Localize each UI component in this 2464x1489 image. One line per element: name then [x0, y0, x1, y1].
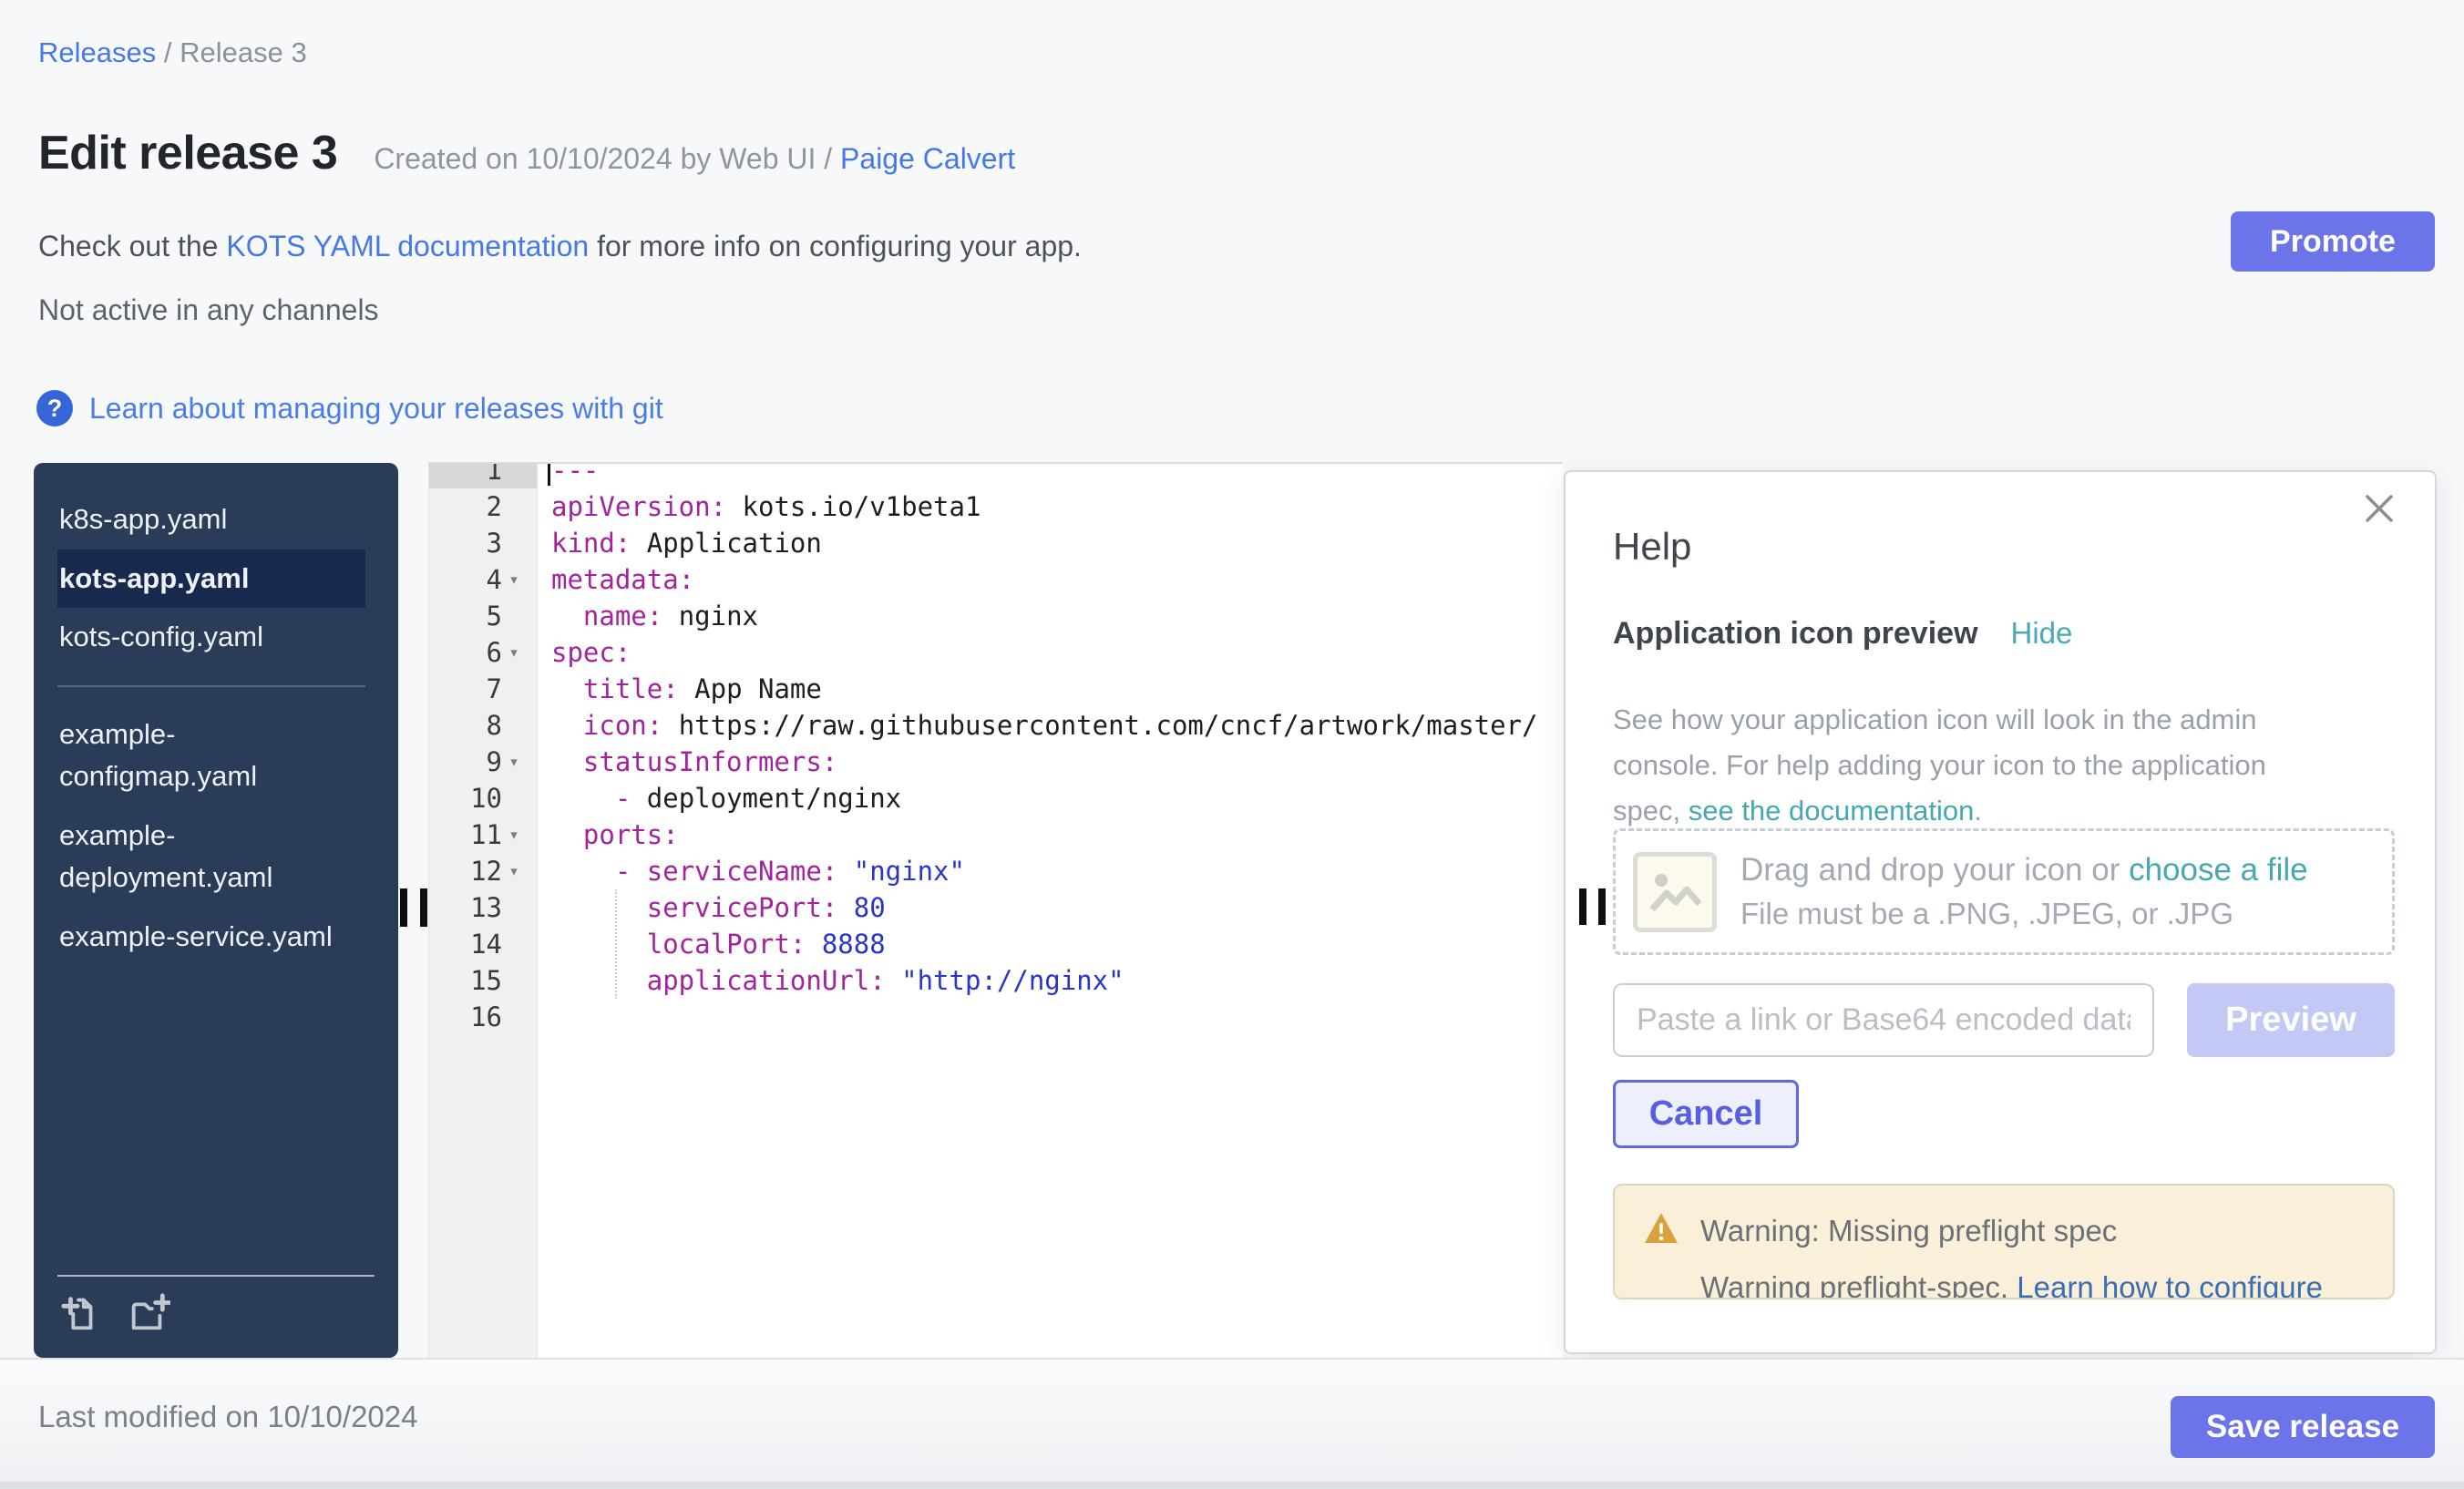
code-line[interactable]: 8 icon: https://raw.githubusercontent.co… — [429, 707, 1563, 744]
author-link[interactable]: Paige Calvert — [840, 142, 1015, 175]
git-help-row[interactable]: ? Learn about managing your releases wit… — [36, 390, 663, 426]
close-icon[interactable] — [2363, 492, 2396, 525]
add-file-icon[interactable] — [59, 1291, 101, 1338]
channel-status: Not active in any channels — [38, 293, 379, 327]
code-line[interactable]: 15 applicationUrl: "http://nginx" — [429, 962, 1563, 999]
code-line[interactable]: 6▾spec: — [429, 634, 1563, 671]
hide-link[interactable]: Hide — [2011, 616, 2073, 651]
code-line[interactable]: 10 - deployment/nginx — [429, 780, 1563, 816]
line-number: 9 — [487, 746, 502, 777]
code-line[interactable]: 4▾metadata: — [429, 561, 1563, 598]
line-number: 3 — [487, 528, 502, 559]
window-bottom-edge — [0, 1482, 2464, 1489]
doc-info-line: Check out the KOTS YAML documentation fo… — [38, 230, 1082, 263]
file-tree-divider — [57, 685, 365, 687]
file-tree-item[interactable]: example-service.yaml — [57, 908, 365, 967]
code-line[interactable]: 1--- — [429, 462, 1563, 488]
breadcrumb-releases-link[interactable]: Releases — [38, 36, 156, 68]
preflight-warning: Warning: Missing preflight spec Warning … — [1613, 1184, 2395, 1299]
code-line[interactable]: 14 localPort: 8888 — [429, 926, 1563, 962]
code-line[interactable]: 9▾ statusInformers: — [429, 744, 1563, 780]
fold-arrow-icon[interactable]: ▾ — [504, 861, 524, 881]
created-info: Created on 10/10/2024 by Web UI / Paige … — [374, 142, 1015, 176]
line-number: 16 — [470, 1001, 502, 1032]
breadcrumb-separator: / — [156, 36, 180, 68]
fold-arrow-icon[interactable]: ▾ — [504, 642, 524, 662]
choose-file-link[interactable]: choose a file — [2129, 852, 2308, 888]
footer-bar: Last modified on 10/10/2024 Save release — [0, 1358, 2464, 1489]
dropzone-text: Drag and drop your icon or choose a file — [1740, 852, 2308, 888]
learn-how-to-configure-link[interactable]: Learn how to configure — [2017, 1270, 2323, 1299]
add-folder-icon[interactable] — [125, 1291, 170, 1338]
line-number: 15 — [470, 965, 502, 996]
line-number: 6 — [487, 637, 502, 668]
code-line[interactable]: 3kind: Application — [429, 525, 1563, 561]
code-line[interactable]: 16 — [429, 999, 1563, 1035]
icon-url-input[interactable] — [1613, 983, 2154, 1057]
warning-title: Warning: Missing preflight spec — [1700, 1214, 2117, 1248]
help-panel: Help Application icon preview Hide See h… — [1564, 470, 2437, 1354]
line-number: 10 — [470, 783, 502, 814]
help-resize-handle-bar1[interactable] — [1579, 888, 1586, 925]
file-tree-item[interactable]: k8s-app.yaml — [57, 490, 365, 549]
see-documentation-link[interactable]: see the documentation — [1689, 795, 1975, 827]
help-title: Help — [1613, 525, 1691, 569]
fold-arrow-icon[interactable]: ▾ — [504, 752, 524, 772]
warning-detail: Warning preflight-spec. Learn how to con… — [1700, 1270, 2393, 1299]
icon-preview-title: Application icon preview — [1613, 616, 1978, 652]
editor-resize-handle-left-bar2[interactable] — [420, 888, 427, 927]
line-number: 2 — [487, 491, 502, 522]
code-line[interactable]: 12▾ - serviceName: "nginx" — [429, 853, 1563, 889]
file-tree-footer — [34, 1275, 398, 1358]
fold-arrow-icon[interactable]: ▾ — [504, 825, 524, 845]
icon-dropzone[interactable]: Drag and drop your icon or choose a file… — [1613, 828, 2395, 955]
git-releases-link[interactable]: Learn about managing your releases with … — [89, 392, 663, 426]
yaml-code-editor[interactable]: 1---2apiVersion: kots.io/v1beta13kind: A… — [428, 462, 1563, 1360]
line-number: 12 — [470, 856, 502, 887]
last-modified-text: Last modified on 10/10/2024 — [38, 1400, 417, 1434]
help-resize-handle-bar2[interactable] — [1598, 888, 1606, 925]
kots-yaml-doc-link[interactable]: KOTS YAML documentation — [226, 230, 589, 262]
file-tree-item[interactable]: example-configmap.yaml — [57, 705, 365, 806]
breadcrumb-current: Release 3 — [180, 36, 307, 68]
fold-arrow-icon[interactable]: ▾ — [504, 570, 524, 590]
save-release-button[interactable]: Save release — [2171, 1396, 2435, 1458]
preview-button[interactable]: Preview — [2187, 983, 2395, 1057]
line-number: 14 — [470, 929, 502, 960]
editor-resize-handle-left[interactable] — [400, 888, 407, 927]
code-line[interactable]: 11▾ ports: — [429, 816, 1563, 853]
indent-guide — [615, 889, 617, 999]
line-number: 8 — [487, 710, 502, 741]
line-number: 7 — [487, 673, 502, 704]
file-tree-item[interactable]: example-deployment.yaml — [57, 806, 365, 908]
code-line[interactable]: 5 name: nginx — [429, 598, 1563, 634]
image-placeholder-icon — [1633, 852, 1717, 932]
code-line[interactable]: 13 servicePort: 80 — [429, 889, 1563, 926]
promote-button[interactable]: Promote — [2231, 211, 2435, 272]
file-tree-item[interactable]: kots-app.yaml — [57, 549, 365, 609]
file-list: k8s-app.yamlkots-app.yamlkots-config.yam… — [34, 463, 398, 966]
icon-preview-description: See how your application icon will look … — [1613, 697, 2287, 834]
editor-lines: 1---2apiVersion: kots.io/v1beta13kind: A… — [429, 462, 1563, 1035]
line-number: 5 — [487, 601, 502, 632]
file-tree-item[interactable]: kots-config.yaml — [57, 608, 365, 667]
dropzone-hint: File must be a .PNG, .JPEG, or .JPG — [1740, 897, 2308, 931]
edit-release-page: Releases / Release 3 Edit release 3 Crea… — [0, 0, 2464, 1489]
line-number: 1 — [487, 462, 502, 486]
line-number: 4 — [487, 564, 502, 595]
breadcrumb: Releases / Release 3 — [38, 36, 307, 69]
line-number: 11 — [470, 819, 502, 850]
code-line[interactable]: 2apiVersion: kots.io/v1beta1 — [429, 488, 1563, 525]
page-title: Edit release 3 — [38, 126, 337, 180]
line-number: 13 — [470, 892, 502, 923]
title-row: Edit release 3 Created on 10/10/2024 by … — [38, 126, 1015, 180]
code-line[interactable]: 7 title: App Name — [429, 671, 1563, 707]
question-circle-icon: ? — [36, 390, 73, 426]
warning-triangle-icon — [1643, 1211, 1679, 1250]
file-tree-sidebar: k8s-app.yamlkots-app.yamlkots-config.yam… — [34, 463, 398, 1358]
cancel-button[interactable]: Cancel — [1613, 1080, 1799, 1148]
text-cursor — [548, 464, 550, 486]
